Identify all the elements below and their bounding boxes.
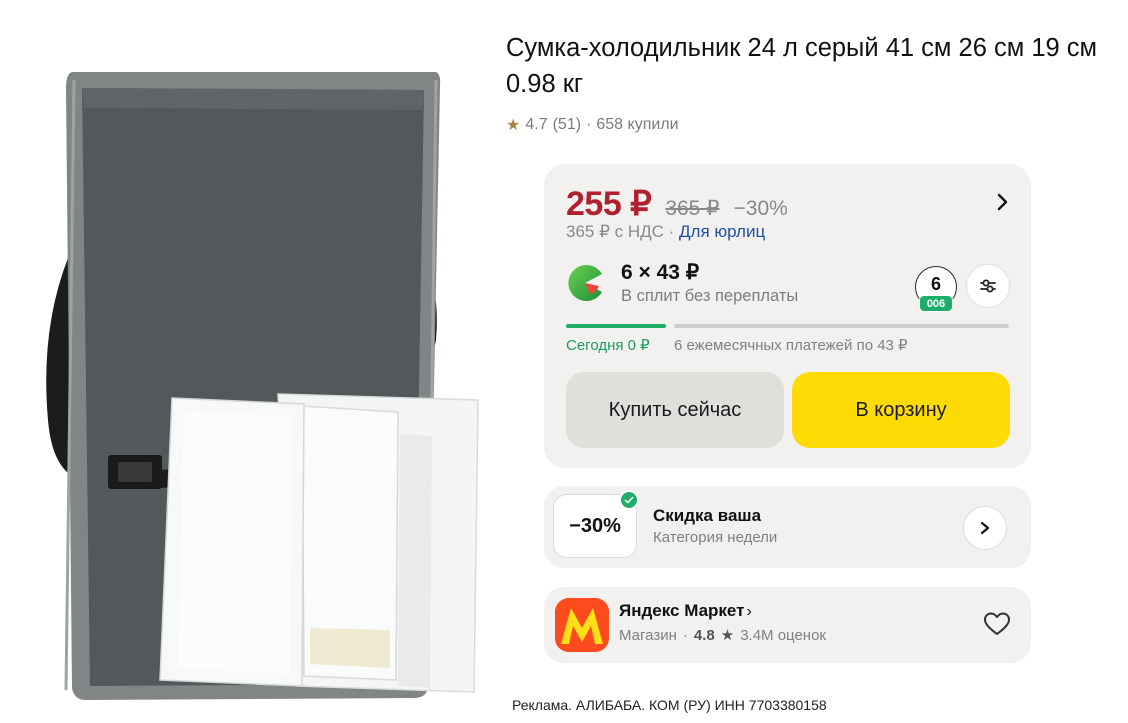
purchased-count: 658 купили xyxy=(596,116,679,133)
split-subtitle: В сплит без переплаты xyxy=(621,287,799,305)
split-settings-button[interactable] xyxy=(966,264,1010,308)
split-badge: 006 xyxy=(919,295,953,312)
promo-title: Скидка ваша xyxy=(653,506,762,525)
reviews-count[interactable]: (51) xyxy=(553,116,581,134)
price-old: 365 ₽ xyxy=(665,197,720,220)
buy-now-button[interactable]: Купить сейчас xyxy=(566,372,784,448)
seller-name: Яндекс Маркет xyxy=(619,601,745,620)
price-card: 255 ₽ 365 ₽ −30% 365 ₽ с НДС · Для юрлиц… xyxy=(544,164,1031,468)
split-monthly: 6 ежемесячных платежей по 43 ₽ xyxy=(674,337,908,354)
vat-price: 365 ₽ с НДС · xyxy=(566,222,675,241)
split-today: Сегодня 0 ₽ xyxy=(566,337,650,354)
product-title: Сумка-холодильник 24 л серый 41 см 26 см… xyxy=(506,34,1098,98)
chevron-right-icon[interactable] xyxy=(993,190,1013,214)
heart-icon[interactable] xyxy=(982,609,1012,639)
seller-name-link[interactable]: Яндекс Маркет › xyxy=(619,601,752,621)
rating-value: 4.7 xyxy=(525,116,548,133)
split-pacman-icon xyxy=(568,265,602,301)
advertising-disclaimer: Реклама. АЛИБАБА. КОМ (РУ) ИНН 770338015… xyxy=(512,697,827,713)
promo-subtitle: Категория недели xyxy=(653,529,778,546)
seller-type: Магазин xyxy=(619,626,677,644)
promo-arrow-button[interactable] xyxy=(963,506,1007,550)
check-icon xyxy=(619,490,639,510)
price-discount: −30% xyxy=(733,197,788,220)
seller-reviews: 3.4M оценок xyxy=(740,626,826,644)
yandex-market-logo xyxy=(555,598,609,652)
seller-dot: · xyxy=(682,626,688,644)
sliders-icon xyxy=(980,279,996,293)
add-to-cart-button[interactable]: В корзину xyxy=(792,372,1010,448)
star-icon: ★ xyxy=(720,627,735,644)
star-icon: ★ xyxy=(506,117,521,134)
business-link[interactable]: Для юрлиц xyxy=(679,222,765,241)
split-amount[interactable]: 6 × 43 ₽ xyxy=(621,260,699,285)
price-row[interactable]: 255 ₽ 365 ₽ −30% xyxy=(566,184,788,224)
rating-separator: · xyxy=(586,116,592,133)
split-progress-remaining xyxy=(674,324,1009,328)
seller-info: Магазин · 4.8 ★ 3.4M оценок xyxy=(619,626,826,645)
chevron-right-icon: › xyxy=(746,603,752,620)
chevron-right-icon xyxy=(980,521,990,535)
product-image[interactable] xyxy=(0,0,500,723)
seller-rating: 4.8 xyxy=(693,626,715,644)
price-current: 255 ₽ xyxy=(566,185,652,223)
seller-card[interactable]: Яндекс Маркет › Магазин · 4.8 ★ 3.4M оцен… xyxy=(544,587,1031,663)
discount-promo-card[interactable]: −30% Скидка ваша Категория недели xyxy=(544,486,1031,568)
split-progress-paid xyxy=(566,324,666,328)
vat-line: 365 ₽ с НДС · Для юрлиц xyxy=(566,222,765,242)
product-rating[interactable]: ★ 4.7 (51) · 658 купили xyxy=(506,115,679,135)
